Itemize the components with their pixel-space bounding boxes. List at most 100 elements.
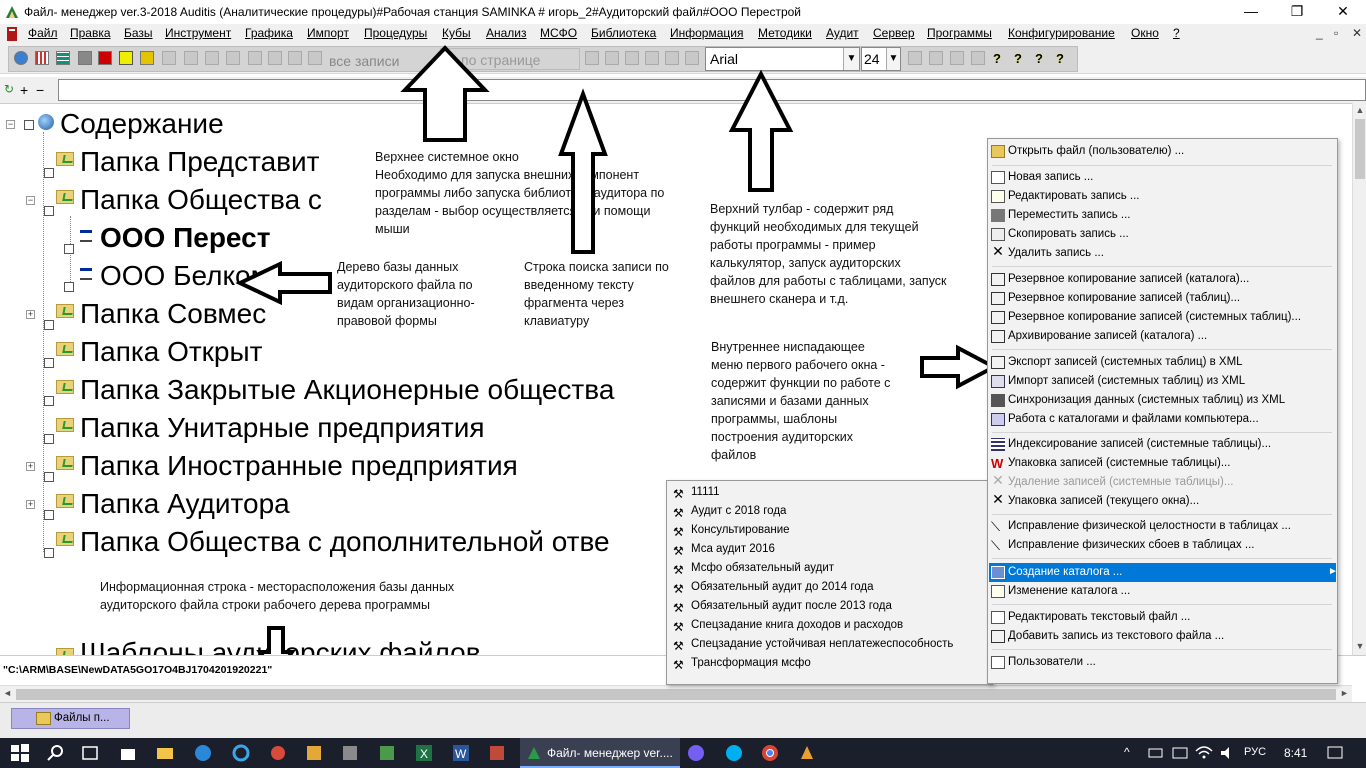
network-icon[interactable]	[1170, 743, 1190, 763]
tree-checkbox[interactable]	[44, 434, 54, 444]
copy-icon[interactable]	[665, 51, 679, 65]
app-icon[interactable]	[268, 743, 288, 763]
menu-file[interactable]: Файл	[28, 26, 58, 40]
binoculars-next-icon[interactable]	[268, 51, 282, 65]
list-icon[interactable]	[929, 51, 943, 65]
close-button[interactable]: ✕	[1320, 0, 1366, 24]
menu-item-export-xml[interactable]: Экспорт записей (системных таблиц) в XML	[1008, 356, 1243, 368]
scroll-down-icon[interactable]: ▼	[1353, 639, 1366, 653]
help-icon[interactable]: ?	[993, 51, 1005, 66]
mdi-close-button[interactable]: ✕	[1352, 26, 1362, 40]
menu-item-import-xml[interactable]: Импорт записей (системных таблиц) из XML	[1008, 375, 1245, 387]
scroll-up-icon[interactable]: ▲	[1353, 103, 1366, 117]
app-icon[interactable]	[487, 743, 507, 763]
tree-checkbox[interactable]	[64, 244, 74, 254]
menu-item-pack-system[interactable]: Упаковка записей (системные таблицы)...	[1008, 457, 1230, 469]
font-size-select[interactable]: 24 ▼	[861, 47, 901, 71]
menu-edit[interactable]: Правка	[70, 26, 111, 40]
menu-item-add-from-text[interactable]: Добавить запись из текстового файла ...	[1008, 630, 1224, 642]
taskbar-active-app[interactable]: Файл- менеджер ver....	[520, 738, 680, 768]
tree-checkbox[interactable]	[44, 396, 54, 406]
tree-expander[interactable]: −	[26, 196, 35, 205]
mdi-restore-button[interactable]: ▫	[1334, 26, 1338, 40]
menu-item-edit-record[interactable]: Редактировать запись ...	[1008, 190, 1139, 202]
menu-server[interactable]: Сервер	[873, 26, 915, 40]
menu-item-edit-catalog[interactable]: Изменение каталога ...	[1008, 585, 1130, 597]
volume-icon[interactable]	[1218, 743, 1238, 763]
menu-window[interactable]: Окно	[1131, 26, 1159, 40]
tree-checkbox[interactable]	[44, 320, 54, 330]
menu-analysis[interactable]: Анализ	[486, 26, 527, 40]
disabled-tool-icon[interactable]	[184, 51, 198, 65]
tree-node[interactable]: Папка Аудитора	[80, 488, 290, 520]
wifi-icon[interactable]	[1194, 743, 1214, 763]
app-icon[interactable]	[377, 743, 397, 763]
app-icon[interactable]	[797, 743, 817, 763]
app-icon[interactable]	[340, 743, 360, 763]
font-family-select[interactable]: Arial ▼	[705, 47, 860, 71]
tree-node[interactable]: Папка Закрытые Акционерные общества	[80, 374, 614, 406]
vertical-scrollbar[interactable]: ▲ ▼	[1352, 103, 1366, 655]
menu-audit[interactable]: Аудит	[826, 26, 859, 40]
redo-icon[interactable]	[645, 51, 659, 65]
globe-icon[interactable]	[14, 51, 28, 65]
tree-checkbox[interactable]	[44, 472, 54, 482]
menu-item-new-record[interactable]: Новая запись ...	[1008, 171, 1093, 183]
menu-library[interactable]: Библиотека	[591, 26, 656, 40]
grid-icon[interactable]	[950, 51, 964, 65]
word-icon[interactable]: W	[451, 743, 471, 763]
yellow-tool-icon[interactable]	[119, 51, 133, 65]
menu-graphics[interactable]: Графика	[245, 26, 293, 40]
disabled-tool-icon[interactable]	[205, 51, 219, 65]
menu-item-delete-system[interactable]: Удаление записей (системные таблицы)...	[1008, 476, 1233, 488]
collapse-all-button[interactable]: −	[36, 82, 44, 98]
menu-programs[interactable]: Программы	[927, 26, 992, 40]
checkbox-tool-icon[interactable]	[226, 51, 240, 65]
horizontal-scrollbar[interactable]: ◄ ►	[0, 685, 1352, 702]
menu-item-open-file[interactable]: Открыть файл (пользователю) ...	[1008, 145, 1184, 157]
tree-node[interactable]: Папка Общества с	[80, 184, 322, 216]
help-icon[interactable]: ?	[1035, 51, 1047, 66]
menu-cubes[interactable]: Кубы	[442, 26, 471, 40]
panel-icon[interactable]	[78, 51, 92, 65]
tree-root[interactable]: Содержание	[60, 108, 224, 140]
tree-checkbox[interactable]	[24, 120, 34, 130]
submenu-item[interactable]: Аудит с 2018 года	[691, 505, 786, 517]
menu-procedures[interactable]: Процедуры	[364, 26, 427, 40]
menu-item-backup-system-tables[interactable]: Резервное копирование записей (системных…	[1008, 311, 1301, 323]
menu-bases[interactable]: Базы	[124, 26, 153, 40]
search-icon[interactable]	[46, 743, 66, 763]
menu-item-pack-current[interactable]: Упаковка записей (текущего окна)...	[1008, 495, 1199, 507]
submenu-item[interactable]: Трансформация мсфо	[691, 657, 811, 669]
chevron-down-icon[interactable]: ▼	[886, 48, 900, 70]
remove-icon[interactable]	[605, 51, 619, 65]
clock[interactable]: 8:41	[1284, 746, 1307, 760]
refresh-icon[interactable]: ↻	[4, 82, 14, 96]
binoculars-icon[interactable]	[248, 51, 262, 65]
grid-red-icon[interactable]	[35, 51, 49, 65]
chevron-down-icon[interactable]: ▼	[843, 48, 859, 70]
tree-expander[interactable]: −	[6, 120, 15, 129]
viber-icon[interactable]	[686, 743, 706, 763]
menu-item-delete-record[interactable]: Удалить запись ...	[1008, 247, 1104, 259]
menu-item-index-records[interactable]: Индексирование записей (системные таблиц…	[1008, 438, 1271, 450]
submenu-item[interactable]: 11111	[691, 486, 720, 498]
menu-configuration[interactable]: Конфигурирование	[1008, 26, 1115, 40]
tree-node-selected[interactable]: ООО Перест	[100, 222, 270, 254]
tree-expander[interactable]: +	[26, 462, 35, 471]
submenu-item[interactable]: Мса аудит 2016	[691, 543, 775, 555]
windows-start-icon[interactable]	[10, 743, 30, 763]
scroll-thumb[interactable]	[16, 689, 1336, 700]
battery-icon[interactable]	[1146, 743, 1166, 763]
tree-node[interactable]: Папка Унитарные предприятия	[80, 412, 485, 444]
menu-tool[interactable]: Инструмент	[165, 26, 231, 40]
tree-node[interactable]: Папка Открыт	[80, 336, 262, 368]
app-icon[interactable]	[4, 4, 20, 20]
help-icon[interactable]: ?	[1014, 51, 1026, 66]
notifications-icon[interactable]	[1325, 743, 1345, 763]
comment-icon[interactable]	[685, 51, 699, 65]
restore-button[interactable]: ❐	[1274, 0, 1320, 24]
menu-import[interactable]: Импорт	[307, 26, 349, 40]
tree-checkbox[interactable]	[64, 282, 74, 292]
submenu-item[interactable]: Обязательный аудит до 2014 года	[691, 581, 874, 593]
